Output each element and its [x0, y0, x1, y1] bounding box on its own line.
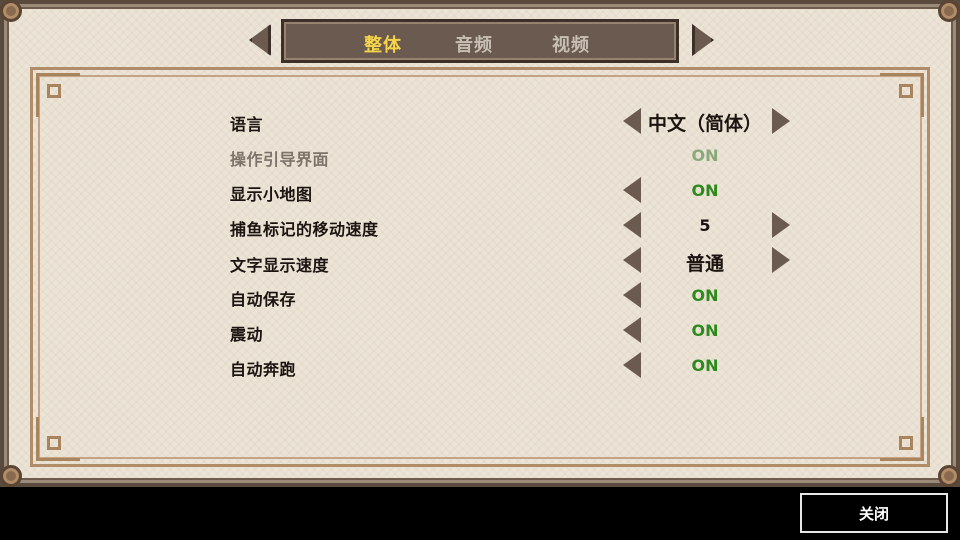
setting-value-minimap: ON: [691, 181, 719, 200]
panel-corner-ornament-bl: [0, 465, 22, 487]
setting-label-fishing-marker-speed: 捕鱼标记的移动速度: [230, 220, 379, 239]
ornamental-frame-inner: [38, 75, 922, 459]
setting-label-language: 语言: [230, 115, 264, 134]
frame-corner-ornament-tl: [36, 73, 80, 117]
setting-label-auto-run: 自动奔跑: [230, 360, 297, 379]
setting-label-tutorial-ui: 操作引导界面: [230, 150, 330, 169]
setting-value-text-speed: 普通: [685, 253, 724, 275]
panel-corner-ornament-tl: [0, 0, 22, 22]
setting-label-text-speed: 文字显示速度: [230, 256, 330, 275]
setting-label-vibration: 震动: [230, 325, 264, 344]
close-button[interactable]: 关闭: [800, 493, 948, 533]
setting-value-fishing-marker-speed: 5: [699, 216, 711, 235]
setting-value-language: 中文（简体）: [647, 113, 762, 135]
tab-audio[interactable]: 音频: [455, 31, 493, 57]
setting-label-minimap: 显示小地图: [230, 185, 313, 204]
setting-value-vibration: ON: [691, 321, 719, 340]
frame-corner-ornament-bl: [36, 417, 80, 461]
setting-label-autosave: 自动保存: [230, 290, 297, 309]
tab-bar: 整体 音频 视频: [281, 19, 679, 63]
frame-corner-ornament-br: [880, 417, 924, 461]
panel-corner-ornament-br: [938, 465, 960, 487]
panel-corner-ornament-tr: [938, 0, 960, 22]
setting-value-auto-run: ON: [691, 356, 719, 375]
setting-value-tutorial-ui: ON: [691, 146, 719, 165]
frame-corner-ornament-tr: [880, 73, 924, 117]
tab-video[interactable]: 视频: [552, 31, 590, 57]
setting-value-autosave: ON: [691, 286, 719, 305]
tab-general[interactable]: 整体: [364, 31, 402, 57]
